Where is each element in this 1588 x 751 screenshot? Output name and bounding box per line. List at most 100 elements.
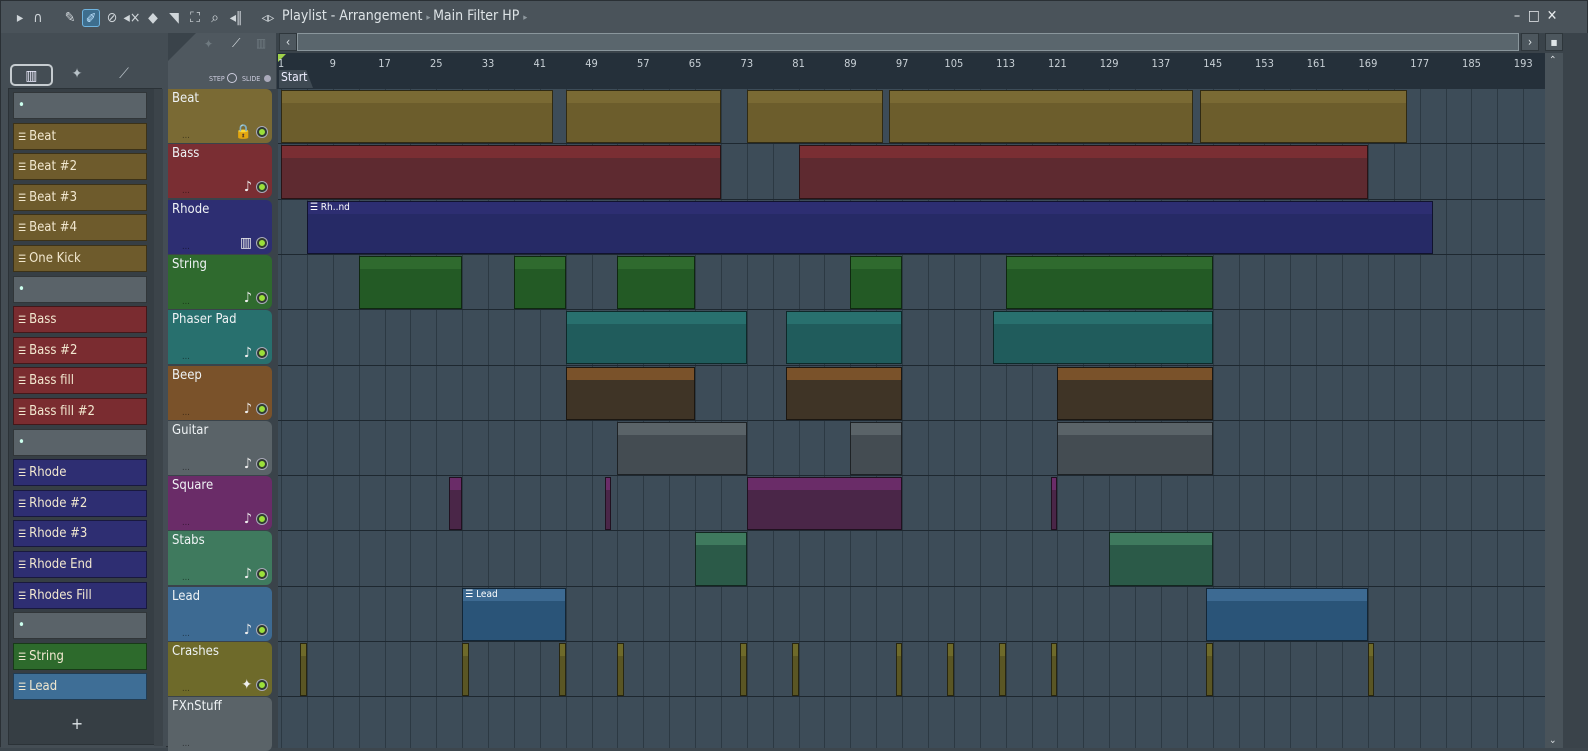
- pattern-clip[interactable]: [947, 643, 954, 697]
- pattern-item[interactable]: ☰ Bass fill: [13, 367, 147, 395]
- pattern-clip[interactable]: [746, 90, 883, 144]
- track-menu-icon[interactable]: ...: [182, 297, 190, 307]
- automation-tab[interactable]: ⟋: [111, 64, 137, 86]
- pattern-clip[interactable]: [604, 477, 611, 531]
- pattern-item[interactable]: ☰ String: [13, 642, 147, 670]
- track-header[interactable]: Crashes... ✦: [168, 642, 272, 696]
- select-icon[interactable]: ⛶: [186, 9, 204, 27]
- track-header[interactable]: FXnStuff...: [168, 697, 272, 751]
- pattern-clip[interactable]: [850, 421, 903, 476]
- track-enable-led[interactable]: [257, 569, 267, 580]
- pattern-clip[interactable]: [300, 643, 307, 697]
- breadcrumb-label[interactable]: Main Filter HP: [433, 8, 519, 24]
- zoom-handle[interactable]: ▪: [1545, 33, 1563, 51]
- pattern-clip[interactable]: [462, 643, 469, 697]
- pattern-clip[interactable]: [798, 145, 1368, 199]
- automation-clip-icon[interactable]: ⟋: [232, 36, 240, 51]
- track-header[interactable]: Rhode... ▥: [168, 199, 272, 254]
- track-menu-icon[interactable]: ...: [182, 518, 190, 528]
- pattern-clip[interactable]: [695, 532, 747, 586]
- track-menu-icon[interactable]: ...: [182, 739, 190, 749]
- pattern-clip[interactable]: [1050, 477, 1058, 531]
- track-menu-icon[interactable]: ...: [182, 186, 190, 196]
- arrangement-grid[interactable]: ☰ Rh..nd ☰ Lead: [278, 89, 1546, 748]
- scroll-left-button[interactable]: ‹: [279, 33, 297, 51]
- audio-clip-icon[interactable]: ✦: [204, 37, 213, 51]
- slice-icon[interactable]: ◥: [165, 9, 183, 27]
- track-menu-icon[interactable]: ...: [182, 131, 190, 141]
- pattern-clip[interactable]: [785, 366, 903, 420]
- breadcrumb-arrow-icon[interactable]: ▸: [523, 13, 527, 23]
- scroll-down-icon[interactable]: ⌄: [1549, 735, 1557, 746]
- track-header[interactable]: Square... ♪: [168, 476, 272, 531]
- track-menu-icon[interactable]: ...: [182, 463, 190, 473]
- pattern-clip[interactable]: [1057, 366, 1213, 420]
- pattern-item[interactable]: ☰ Beat #4: [13, 214, 147, 242]
- pattern-clip[interactable]: [559, 643, 566, 697]
- pattern-separator[interactable]: •: [13, 92, 147, 119]
- track-enable-led[interactable]: [257, 182, 267, 193]
- pattern-clip[interactable]: [1109, 532, 1213, 586]
- pattern-clip[interactable]: [1005, 255, 1213, 310]
- pattern-separator[interactable]: •: [13, 612, 147, 640]
- speaker-icon[interactable]: ◃▹: [259, 9, 277, 27]
- audio-tab[interactable]: ✦: [64, 64, 90, 86]
- pattern-clip[interactable]: [565, 311, 747, 365]
- pattern-clip[interactable]: [746, 477, 903, 531]
- track-enable-led[interactable]: [257, 292, 267, 303]
- mute-icon[interactable]: ◂×: [123, 9, 141, 27]
- pattern-clip[interactable]: [1367, 643, 1375, 697]
- pattern-item[interactable]: ☰ Rhode #2: [13, 489, 147, 517]
- pattern-list-scrollbar[interactable]: [154, 89, 163, 746]
- pattern-item[interactable]: ☰ Beat: [13, 122, 147, 150]
- track-menu-icon[interactable]: ...: [182, 629, 190, 639]
- pattern-clip[interactable]: [513, 255, 566, 310]
- pattern-item[interactable]: ☰ Bass #2: [13, 336, 147, 364]
- minimize-icon[interactable]: –: [1509, 8, 1525, 24]
- track-enable-led[interactable]: [257, 458, 267, 469]
- track-header[interactable]: Beep... ♪: [168, 365, 272, 420]
- pattern-clip-icon[interactable]: ▥: [256, 36, 266, 50]
- pattern-clip[interactable]: [358, 255, 463, 310]
- playback-icon[interactable]: ◂‖: [227, 9, 245, 27]
- pattern-clip[interactable]: [617, 643, 624, 697]
- play-arrow-icon[interactable]: ▸: [11, 9, 29, 27]
- pattern-item[interactable]: ☰ Beat #3: [13, 183, 147, 211]
- step-radio[interactable]: [227, 73, 237, 83]
- pattern-item[interactable]: ☰ Lead: [13, 673, 147, 701]
- maximize-icon[interactable]: □: [1526, 8, 1542, 24]
- pattern-clip[interactable]: [617, 421, 747, 476]
- pattern-clip[interactable]: [792, 643, 799, 697]
- track-menu-icon[interactable]: ...: [182, 242, 190, 252]
- overview-scrollbar[interactable]: [297, 33, 1519, 51]
- pattern-clip[interactable]: ☰ Lead: [462, 587, 566, 641]
- pattern-item[interactable]: ☰ Rhode: [13, 459, 147, 487]
- pattern-clip[interactable]: [850, 255, 903, 310]
- close-icon[interactable]: ✕: [1544, 8, 1560, 24]
- pattern-item[interactable]: ☰ Bass fill #2: [13, 398, 147, 425]
- track-menu-icon[interactable]: ...: [182, 408, 190, 418]
- track-header[interactable]: String... ♪: [168, 254, 272, 309]
- track-enable-led[interactable]: [257, 403, 267, 414]
- pattern-clip[interactable]: [281, 90, 553, 144]
- pattern-clip[interactable]: [281, 145, 721, 199]
- pattern-clip[interactable]: ☰ Rh..nd: [306, 200, 1433, 254]
- pattern-clip[interactable]: [1199, 90, 1407, 144]
- track-enable-led[interactable]: [257, 514, 267, 525]
- pattern-clip[interactable]: [565, 90, 721, 144]
- pattern-clip[interactable]: [740, 643, 747, 697]
- pattern-clip[interactable]: [785, 311, 903, 365]
- track-enable-led[interactable]: [257, 237, 267, 248]
- pattern-separator[interactable]: •: [13, 275, 147, 303]
- pattern-item[interactable]: ☰ Rhode End: [13, 551, 147, 578]
- track-menu-icon[interactable]: ...: [182, 573, 190, 583]
- pencil-icon[interactable]: ✎: [61, 9, 79, 27]
- scroll-up-icon[interactable]: ⌃: [1549, 55, 1557, 66]
- zoom-icon[interactable]: ⌕: [206, 9, 224, 27]
- track-header[interactable]: Beat... 🔒: [168, 89, 272, 143]
- pattern-separator[interactable]: •: [13, 428, 147, 456]
- delete-icon[interactable]: ⊘: [103, 9, 121, 27]
- pattern-clip[interactable]: [992, 311, 1213, 365]
- pattern-clip[interactable]: [889, 90, 1194, 144]
- track-header[interactable]: Phaser Pad... ♪: [168, 310, 272, 365]
